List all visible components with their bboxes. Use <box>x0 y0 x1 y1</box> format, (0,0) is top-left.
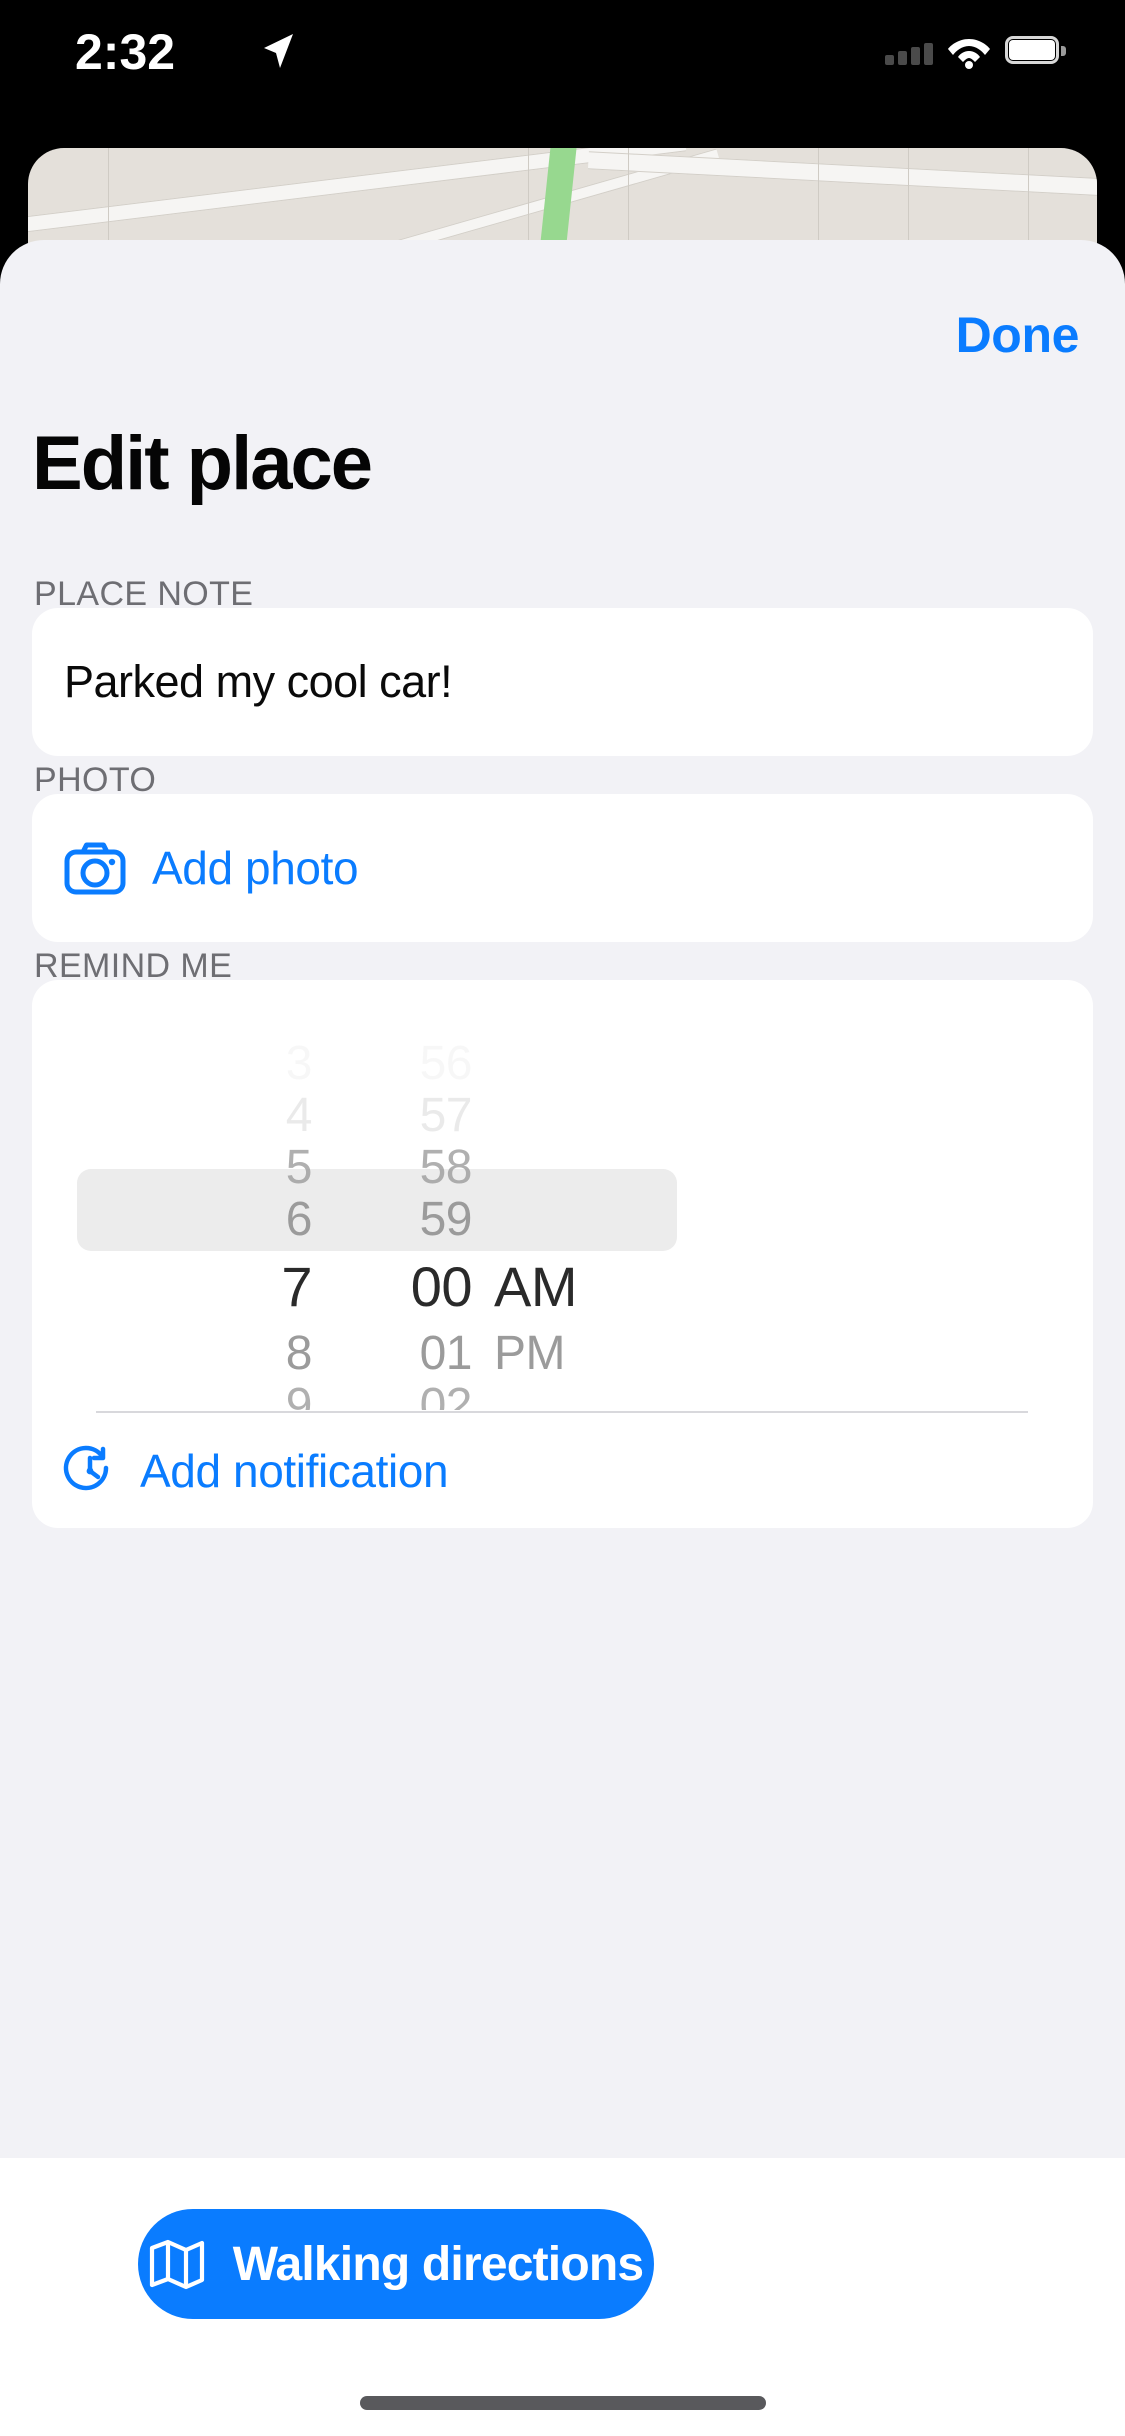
remind-me-card: 3 4 5 6 7 8 9 10 11 56 57 58 59 00 <box>32 980 1093 1528</box>
done-button[interactable]: Done <box>946 300 1089 370</box>
hour-option[interactable]: 5 <box>286 1142 322 1194</box>
add-photo-label: Add photo <box>152 841 358 895</box>
page-title: Edit place <box>32 420 371 508</box>
walking-directions-label: Walking directions <box>233 2237 644 2292</box>
add-notification-button[interactable]: Add notification <box>32 1413 1093 1528</box>
phone-screen: 2:32 <box>0 0 1125 2436</box>
add-notification-label: Add notification <box>140 1444 448 1498</box>
status-bar-indicators <box>885 30 1067 74</box>
hour-option-selected[interactable]: 7 <box>281 1246 322 1328</box>
hour-option[interactable]: 4 <box>286 1090 322 1142</box>
cellular-signal-icon <box>885 39 933 65</box>
home-indicator[interactable] <box>360 2396 766 2410</box>
edit-place-sheet: Done Edit place PLACE NOTE PHOTO Add pho… <box>0 240 1125 2158</box>
battery-full-icon <box>1005 36 1067 68</box>
status-bar: 2:32 <box>0 0 1125 132</box>
hour-picker-wheel[interactable]: 3 4 5 6 7 8 9 10 11 <box>162 980 322 1410</box>
minute-picker-wheel[interactable]: 56 57 58 59 00 01 02 03 04 <box>322 980 482 1410</box>
hour-option[interactable]: 3 <box>286 1038 322 1090</box>
period-option-selected[interactable]: AM <box>494 1246 577 1328</box>
hour-option[interactable]: 8 <box>286 1328 322 1380</box>
wifi-icon <box>947 35 991 69</box>
period-picker-wheel[interactable]: AM PM <box>472 980 694 1410</box>
hour-option[interactable]: 6 <box>286 1194 322 1246</box>
place-note-input[interactable] <box>64 608 1044 756</box>
walking-directions-button[interactable]: Walking directions <box>138 2209 654 2319</box>
sheet-footer: Walking directions <box>0 2158 1125 2436</box>
place-note-card[interactable] <box>32 608 1093 756</box>
camera-icon <box>64 841 126 895</box>
map-fold-icon <box>149 2238 205 2290</box>
add-photo-button[interactable]: Add photo <box>32 794 1093 942</box>
timer-clock-icon <box>62 1443 118 1499</box>
time-picker[interactable]: 3 4 5 6 7 8 9 10 11 56 57 58 59 00 <box>32 980 1093 1410</box>
period-option[interactable]: PM <box>494 1328 565 1380</box>
hour-option[interactable]: 9 <box>286 1380 322 1410</box>
photo-card: Add photo <box>32 794 1093 942</box>
location-arrow-icon <box>258 30 298 72</box>
